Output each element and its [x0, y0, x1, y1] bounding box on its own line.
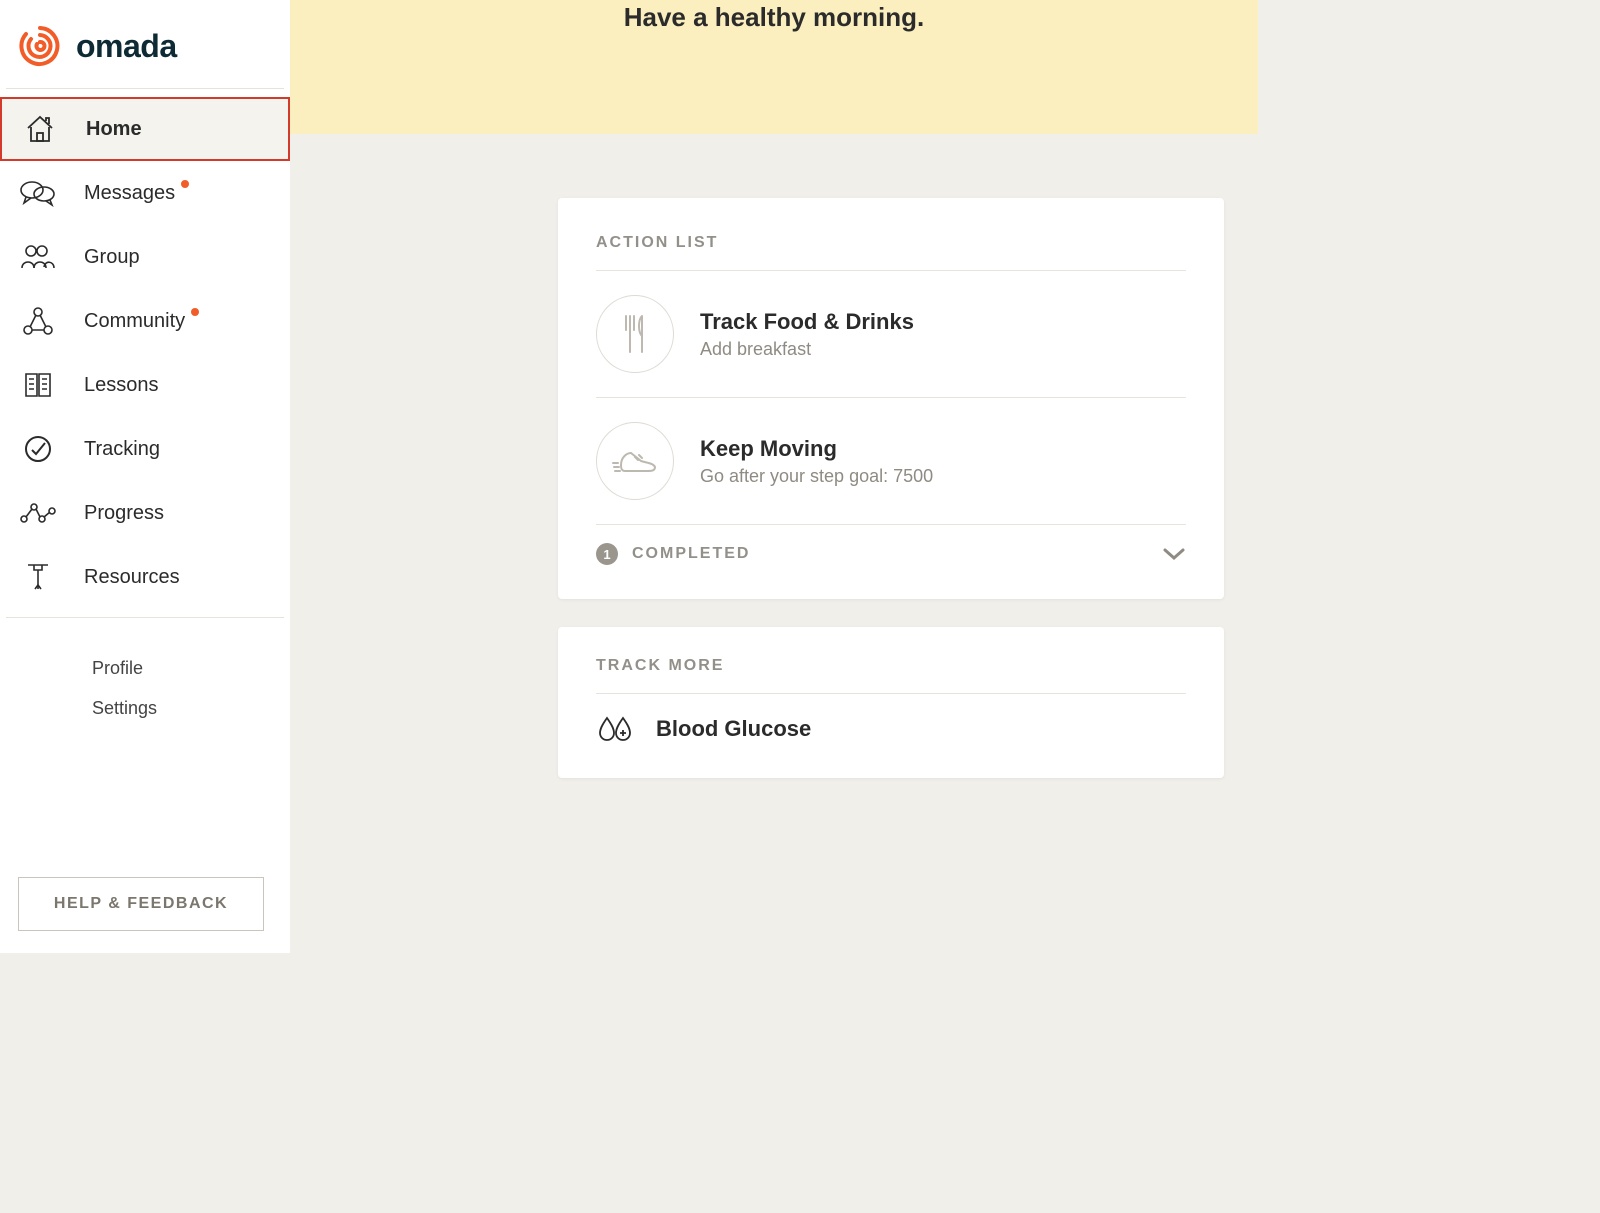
track-item-blood-glucose[interactable]: Blood Glucose — [596, 694, 1186, 768]
main: Have a healthy morning. ACTION LIST Trac… — [290, 0, 1258, 953]
completed-label: COMPLETED — [632, 545, 750, 563]
action-list-card: ACTION LIST Track Food & Drinks Add brea… — [558, 198, 1224, 599]
action-item-track-food[interactable]: Track Food & Drinks Add breakfast — [596, 271, 1186, 398]
blood-glucose-icon — [596, 714, 634, 744]
resources-icon — [20, 561, 56, 593]
divider — [6, 617, 284, 618]
action-item-title: Track Food & Drinks — [700, 309, 914, 335]
sidebar-sub: Profile Settings — [0, 626, 290, 728]
food-icon — [596, 295, 674, 373]
help-feedback-button[interactable]: HELP & FEEDBACK — [18, 877, 264, 931]
sidebar-item-tracking[interactable]: Tracking — [0, 417, 290, 481]
greeting-banner: Have a healthy morning. — [290, 0, 1258, 134]
sidebar-item-label: Resources — [84, 566, 180, 589]
action-list-title: ACTION LIST — [596, 234, 1186, 271]
track-more-card: TRACK MORE Blood Glucose — [558, 627, 1224, 778]
help-label: HELP & FEEDBACK — [54, 895, 228, 912]
sidebar-item-group[interactable]: Group — [0, 225, 290, 289]
nav: Home Messages — [0, 97, 290, 617]
action-item-title: Keep Moving — [700, 436, 933, 462]
sidebar-item-home[interactable]: Home — [0, 97, 290, 161]
sidebar-item-label: Home — [86, 118, 142, 141]
notification-dot-icon — [191, 308, 199, 316]
brand-name: omada — [76, 28, 177, 65]
sidebar-item-progress[interactable]: Progress — [0, 481, 290, 545]
sidebar-sub-label: Profile — [92, 658, 143, 679]
sidebar-item-label: Tracking — [84, 438, 160, 461]
notification-dot-icon — [181, 180, 189, 188]
sidebar-item-messages[interactable]: Messages — [0, 161, 290, 225]
progress-icon — [20, 501, 56, 525]
shoe-icon — [596, 422, 674, 500]
home-icon — [22, 114, 58, 144]
action-item-subtitle: Go after your step goal: 7500 — [700, 466, 933, 487]
sidebar-subitem-settings[interactable]: Settings — [92, 688, 290, 728]
completed-count-badge: 1 — [596, 543, 618, 565]
sidebar-item-label: Community — [84, 310, 185, 333]
lessons-icon — [20, 370, 56, 400]
messages-icon — [20, 179, 56, 207]
sidebar-item-label: Group — [84, 246, 140, 269]
brand-logo-icon — [18, 24, 62, 68]
sidebar-item-community[interactable]: Community — [0, 289, 290, 353]
sidebar: omada Home — [0, 0, 290, 953]
tracking-icon — [20, 434, 56, 464]
community-icon — [20, 306, 56, 336]
group-icon — [20, 243, 56, 271]
sidebar-item-resources[interactable]: Resources — [0, 545, 290, 609]
sidebar-subitem-profile[interactable]: Profile — [92, 648, 290, 688]
sidebar-item-label: Messages — [84, 182, 175, 205]
greeting-text: Have a healthy morning. — [624, 2, 925, 134]
track-item-title: Blood Glucose — [656, 716, 811, 742]
action-item-subtitle: Add breakfast — [700, 339, 914, 360]
sidebar-item-label: Lessons — [84, 374, 159, 397]
sidebar-item-lessons[interactable]: Lessons — [0, 353, 290, 417]
action-item-keep-moving[interactable]: Keep Moving Go after your step goal: 750… — [596, 398, 1186, 525]
divider — [6, 88, 284, 89]
brand: omada — [0, 0, 290, 88]
track-more-title: TRACK MORE — [596, 657, 1186, 694]
sidebar-item-label: Progress — [84, 502, 164, 525]
completed-toggle[interactable]: 1 COMPLETED — [596, 525, 1186, 589]
chevron-down-icon — [1162, 547, 1186, 561]
sidebar-sub-label: Settings — [92, 698, 157, 719]
